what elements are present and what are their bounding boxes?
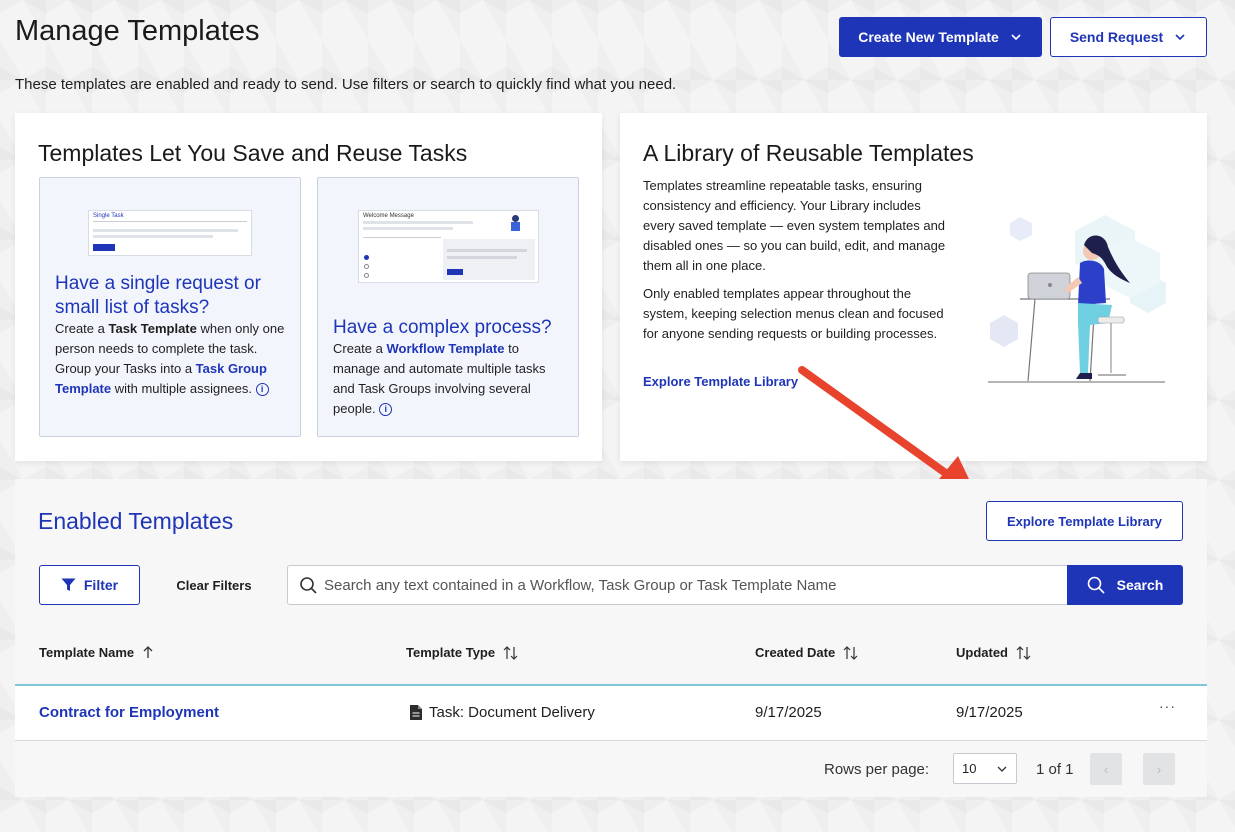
single-request-heading: Have a single request or small list of t… (55, 273, 261, 318)
filter-icon (61, 578, 76, 591)
save-reuse-title: Templates Let You Save and Reuse Tasks (38, 140, 468, 166)
complex-process-description: Create a Workflow Template to manage and… (333, 341, 546, 417)
column-header-template-name[interactable]: Template Name (39, 645, 154, 660)
workflow-preview: Welcome Message (358, 210, 539, 283)
search-icon (300, 577, 317, 594)
library-description: Templates streamline repeatable tasks, e… (643, 178, 946, 273)
document-icon (410, 705, 422, 720)
column-header-template-type[interactable]: Template Type (406, 645, 518, 660)
chevron-down-icon (1175, 34, 1185, 41)
filter-button[interactable]: Filter (39, 565, 140, 605)
page-title: Manage Templates (15, 15, 260, 47)
sort-icon (843, 645, 858, 660)
template-name-link[interactable]: Contract for Employment (39, 704, 219, 721)
previous-page-button[interactable]: ‹ (1090, 753, 1122, 785)
send-request-button[interactable]: Send Request (1050, 17, 1207, 57)
more-icon[interactable]: ··· (1159, 698, 1176, 714)
complex-process-tile: Welcome Message Have a complex process? … (317, 177, 579, 437)
table-row: Contract for Employment Task: Document D… (15, 686, 1207, 741)
rows-per-page-label: Rows per page: (824, 761, 930, 778)
column-header-created-date[interactable]: Created Date (755, 645, 858, 660)
created-date-value: 9/17/2025 (755, 704, 822, 721)
task-template-term: Task Template (108, 321, 197, 336)
create-new-template-label: Create New Template (858, 29, 999, 45)
sort-asc-icon (143, 646, 153, 658)
single-task-preview-label: Single Task (93, 213, 124, 219)
save-reuse-card: Templates Let You Save and Reuse Tasks S… (15, 113, 602, 461)
chevron-down-icon (1011, 34, 1021, 41)
enabled-templates-panel: Enabled Templates Explore Template Libra… (15, 479, 1207, 797)
search-input[interactable] (318, 566, 1067, 604)
sort-icon (503, 645, 518, 660)
filter-label: Filter (83, 577, 119, 593)
explore-template-library-link[interactable]: Explore Template Library (643, 374, 798, 389)
search-button-label: Search (1116, 577, 1164, 593)
rows-per-page-value: 10 (962, 761, 977, 776)
sort-icon (1016, 645, 1031, 660)
next-page-button[interactable]: › (1143, 753, 1175, 785)
single-task-preview: Single Task (88, 210, 252, 256)
clear-filters-button[interactable]: Clear Filters (165, 565, 263, 605)
workflow-preview-label: Welcome Message (363, 213, 414, 219)
single-request-description: Create a Task Template when only one per… (55, 321, 285, 397)
create-new-template-button[interactable]: Create New Template (839, 17, 1042, 57)
info-icon[interactable]: i (379, 403, 393, 417)
page-description: These templates are enabled and ready to… (15, 76, 677, 93)
column-header-updated[interactable]: Updated (956, 645, 1031, 660)
rows-per-page-select[interactable]: 10 (953, 753, 1017, 784)
woman-at-laptop-illustration (988, 215, 1166, 383)
explore-template-library-button[interactable]: Explore Template Library (986, 501, 1183, 541)
complex-process-heading: Have a complex process? (333, 317, 552, 338)
search-button[interactable]: Search (1067, 565, 1183, 605)
chevron-down-icon (997, 766, 1007, 772)
info-icon[interactable]: i (255, 383, 269, 397)
enabled-templates-title: Enabled Templates (38, 508, 234, 534)
template-library-title: A Library of Reusable Templates (643, 140, 974, 166)
page-count: 1 of 1 (1036, 761, 1074, 778)
search-bar (287, 565, 1067, 605)
library-enabled-note: Only enabled templates appear throughout… (643, 286, 944, 341)
search-icon (1087, 576, 1105, 594)
send-request-label: Send Request (1069, 29, 1164, 45)
template-type-value: Task: Document Delivery (429, 704, 595, 721)
workflow-template-link[interactable]: Workflow Template (386, 341, 504, 356)
updated-date-value: 9/17/2025 (956, 704, 1023, 721)
single-request-tile: Single Task Have a single request or sma… (39, 177, 301, 437)
